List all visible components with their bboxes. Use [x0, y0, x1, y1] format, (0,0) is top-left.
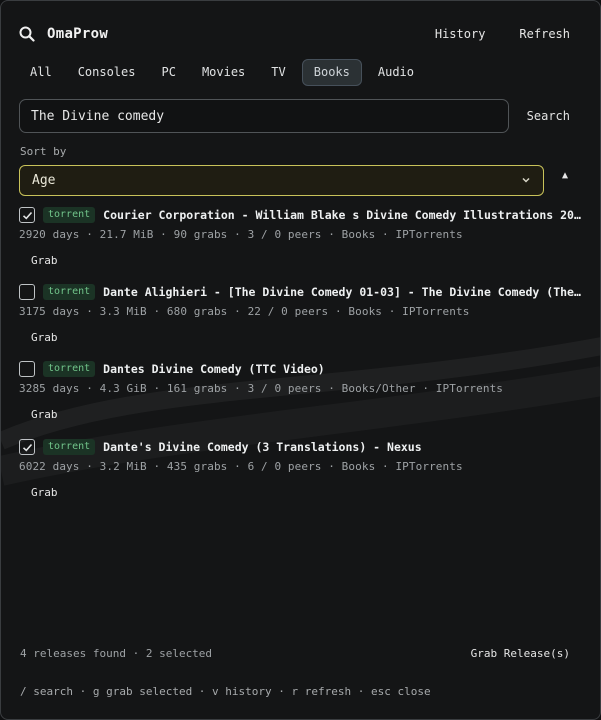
- release-checkbox[interactable]: [19, 361, 35, 377]
- chevron-down-icon: [522, 177, 530, 183]
- release-meta: 3285 days · 4.3 GiB · 161 grabs · 3 / 0 …: [19, 382, 504, 395]
- tab-audio[interactable]: Audio: [368, 59, 424, 86]
- sort-value: Age: [32, 172, 56, 188]
- search-button[interactable]: Search: [527, 109, 570, 123]
- release-checkbox[interactable]: [19, 439, 35, 455]
- header: OmaProw History Refresh: [19, 23, 570, 45]
- search-row: Search: [19, 98, 570, 134]
- source-badge: torrent: [43, 207, 96, 223]
- source-badge: torrent: [43, 284, 96, 300]
- grab-button[interactable]: Grab: [31, 331, 58, 344]
- release-title: Dante Alighieri - [The Divine Comedy 01-…: [103, 285, 585, 299]
- source-badge: torrent: [43, 439, 96, 455]
- keyboard-hints: / search · g grab selected · v history ·…: [20, 685, 431, 698]
- footer: 4 releases found · 2 selected Grab Relea…: [20, 647, 570, 660]
- sort-direction-toggle[interactable]: ▲: [562, 170, 568, 181]
- tab-all[interactable]: All: [20, 59, 62, 86]
- release-title: Dantes Divine Comedy (TTC Video): [103, 362, 325, 376]
- results-status: 4 releases found · 2 selected: [20, 647, 213, 660]
- release-meta: 2920 days · 21.7 MiB · 90 grabs · 3 / 0 …: [19, 228, 463, 241]
- launcher-window: OmaProw History Refresh All Consoles PC …: [0, 0, 601, 720]
- tab-consoles[interactable]: Consoles: [68, 59, 146, 86]
- header-actions: History Refresh: [435, 27, 570, 41]
- tab-tv[interactable]: TV: [261, 59, 295, 86]
- release-title: Dante's Divine Comedy (3 Translations) -…: [103, 440, 422, 454]
- grab-button[interactable]: Grab: [31, 408, 58, 421]
- grab-button[interactable]: Grab: [31, 486, 58, 499]
- release-meta: 3175 days · 3.3 MiB · 680 grabs · 22 / 0…: [19, 305, 470, 318]
- search-icon: [19, 26, 35, 42]
- tab-pc[interactable]: PC: [151, 59, 185, 86]
- release-meta: 6022 days · 3.2 MiB · 435 grabs · 6 / 0 …: [19, 460, 463, 473]
- grab-releases-button[interactable]: Grab Release(s): [471, 647, 570, 660]
- release-checkbox[interactable]: [19, 284, 35, 300]
- release-title: Courier Corporation - William Blake s Di…: [103, 208, 585, 222]
- sort-select[interactable]: Age: [19, 164, 544, 196]
- sort-label: Sort by: [20, 145, 67, 158]
- release-item: torrent Courier Corporation - William Bl…: [19, 205, 585, 268]
- tab-movies[interactable]: Movies: [192, 59, 255, 86]
- sort-row: Age ▲: [19, 164, 589, 196]
- grab-button[interactable]: Grab: [31, 254, 58, 267]
- category-tabs: All Consoles PC Movies TV Books Audio: [20, 59, 424, 86]
- release-item: torrent Dantes Divine Comedy (TTC Video)…: [19, 359, 585, 422]
- history-button[interactable]: History: [435, 27, 486, 41]
- refresh-button[interactable]: Refresh: [519, 27, 570, 41]
- checkmark-icon: [22, 211, 32, 220]
- tab-books[interactable]: Books: [301, 59, 362, 86]
- checkmark-icon: [22, 443, 32, 452]
- release-checkbox[interactable]: [19, 207, 35, 223]
- release-item: torrent Dante Alighieri - [The Divine Co…: [19, 282, 585, 345]
- search-input[interactable]: [19, 99, 509, 133]
- release-item: torrent Dante's Divine Comedy (3 Transla…: [19, 437, 585, 500]
- app-title: OmaProw: [47, 26, 109, 42]
- source-badge: torrent: [43, 361, 96, 377]
